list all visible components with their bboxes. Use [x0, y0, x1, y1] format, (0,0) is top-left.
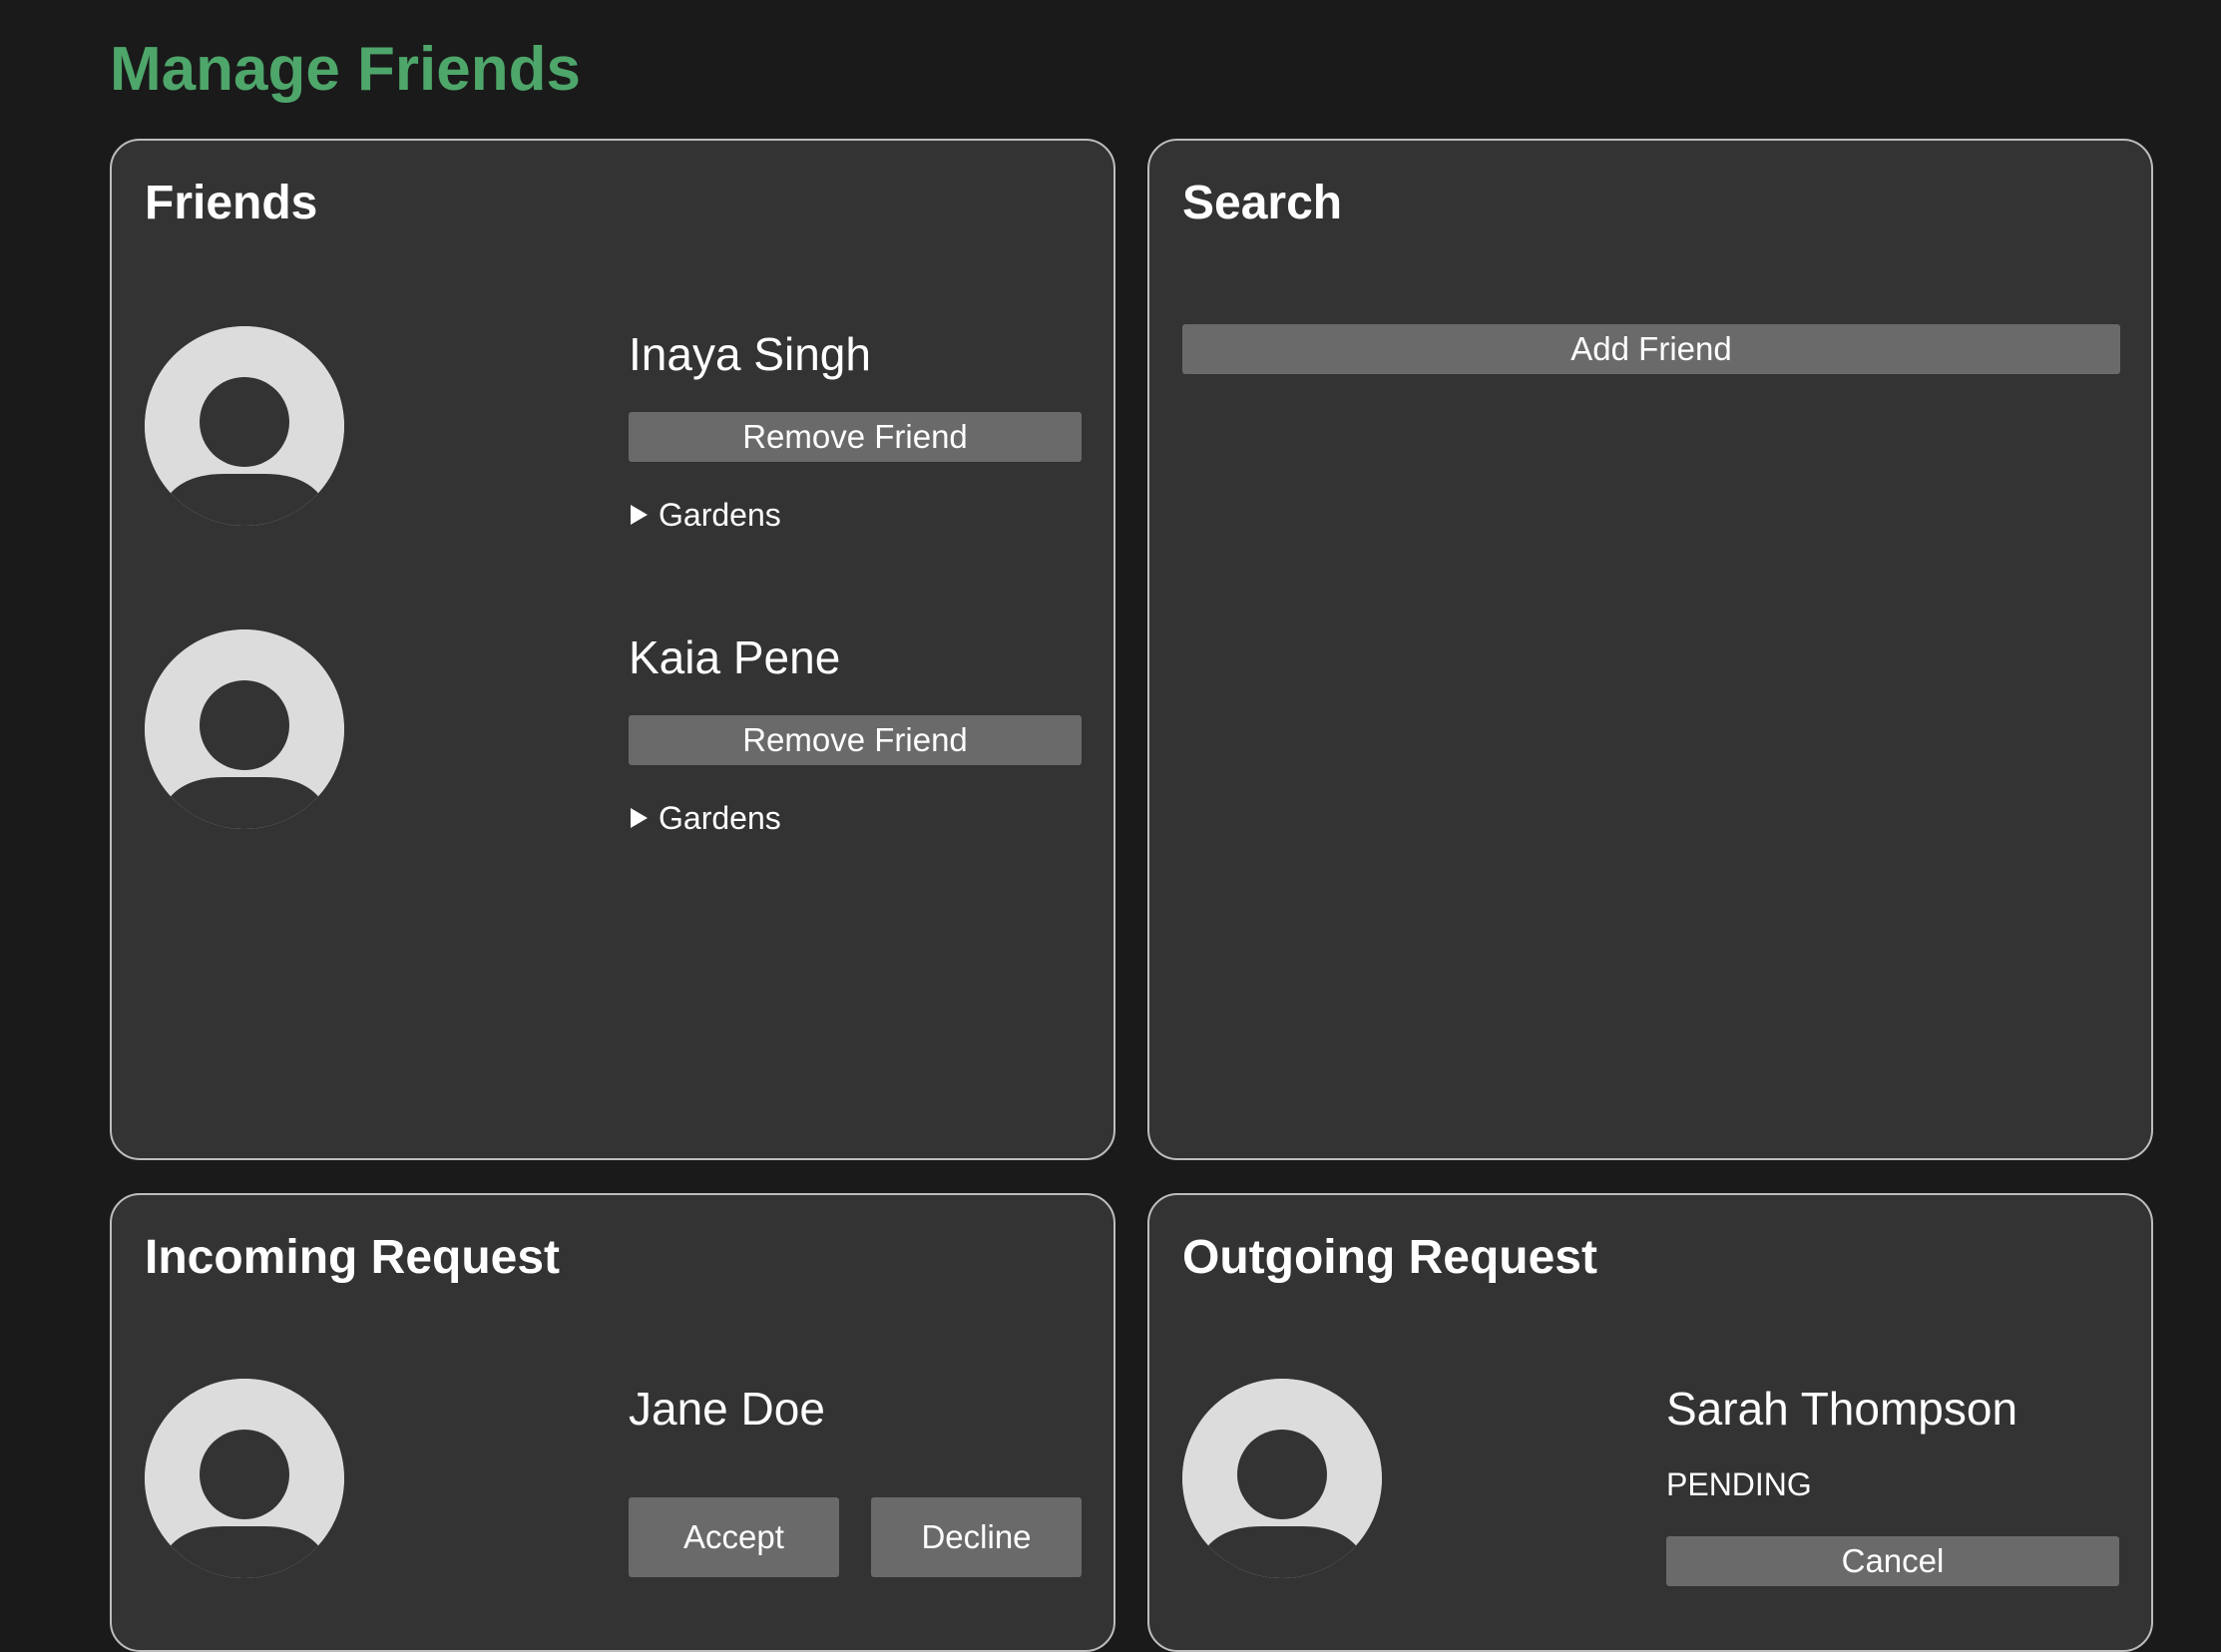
search-panel: Search Add Friend — [1147, 139, 2153, 1160]
default-user-icon — [145, 629, 344, 829]
remove-friend-button[interactable]: Remove Friend — [629, 715, 1082, 765]
add-friend-button[interactable]: Add Friend — [1182, 324, 2120, 374]
avatar — [145, 326, 344, 526]
friends-panel-title: Friends — [145, 177, 318, 229]
friend-name: Inaya Singh — [629, 328, 871, 380]
decline-button[interactable]: Decline — [871, 1497, 1082, 1577]
gardens-label: Gardens — [659, 497, 781, 533]
disclosure-triangle-icon — [631, 808, 648, 828]
outgoing-request-title: Outgoing Request — [1182, 1231, 1597, 1284]
gardens-toggle[interactable]: Gardens — [631, 798, 781, 838]
cancel-request-button[interactable]: Cancel — [1666, 1536, 2119, 1586]
requester-name: Jane Doe — [629, 1383, 825, 1435]
incoming-request-title: Incoming Request — [145, 1231, 561, 1284]
gardens-toggle[interactable]: Gardens — [631, 495, 781, 535]
default-user-icon — [145, 1379, 344, 1578]
friends-panel: Friends Inaya Singh Remove Friend Garden… — [110, 139, 1115, 1160]
remove-friend-button[interactable]: Remove Friend — [629, 412, 1082, 462]
outgoing-request-panel: Outgoing Request Sarah Thompson PENDING … — [1147, 1193, 2153, 1652]
search-panel-title: Search — [1182, 177, 1343, 229]
avatar — [145, 629, 344, 829]
accept-button[interactable]: Accept — [629, 1497, 839, 1577]
default-user-icon — [1182, 1379, 1382, 1578]
default-user-icon — [145, 326, 344, 526]
gardens-label: Gardens — [659, 800, 781, 836]
request-status: PENDING — [1666, 1466, 1812, 1502]
avatar — [145, 1379, 344, 1578]
incoming-request-panel: Incoming Request Jane Doe Accept Decline — [110, 1193, 1115, 1652]
disclosure-triangle-icon — [631, 505, 648, 525]
friend-name: Kaia Pene — [629, 631, 841, 683]
avatar — [1182, 1379, 1382, 1578]
recipient-name: Sarah Thompson — [1666, 1383, 2018, 1435]
page-title: Manage Friends — [110, 35, 581, 104]
